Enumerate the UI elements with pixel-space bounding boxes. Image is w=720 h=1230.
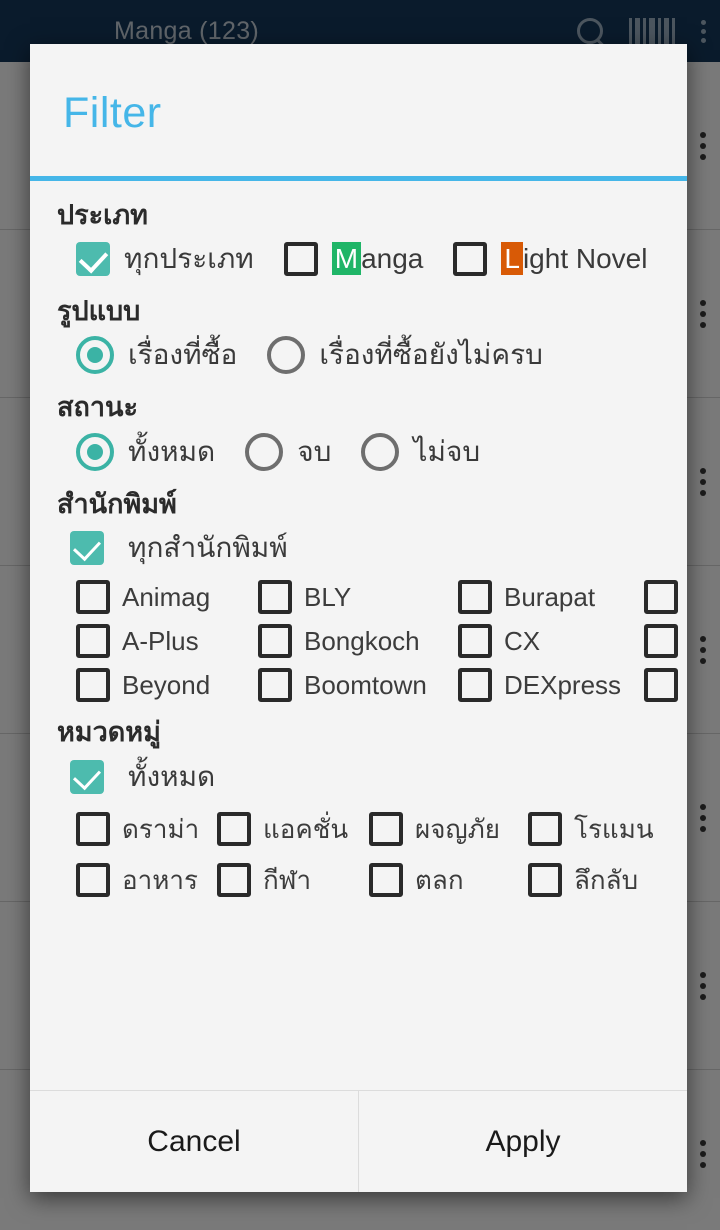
category-cell-comedy[interactable]: ตลก [369, 860, 528, 901]
category-grid: ดราม่า แอคชั่น ผจญภัย โรแมน อาหาร กีฬา ต… [30, 809, 687, 901]
checkbox-beyond[interactable] [76, 668, 110, 703]
light-novel-badge: L [501, 242, 523, 276]
label-bly: BLY [304, 581, 352, 612]
radio-status-unfinished[interactable] [361, 432, 400, 471]
publisher-cell-clipped-2[interactable] [644, 624, 687, 659]
label-mystery: ลึกลับ [574, 864, 639, 895]
publisher-cell-a-plus[interactable]: A-Plus [76, 624, 258, 659]
checkbox-all-types[interactable] [76, 242, 110, 277]
label-manga: Manga [331, 242, 424, 276]
category-cell-drama[interactable]: ดราม่า [76, 809, 217, 850]
label-action: แอคชั่น [263, 813, 349, 844]
checkbox-all-publishers[interactable] [70, 531, 104, 566]
label-boomtown: Boomtown [304, 669, 427, 700]
label-adventure: ผจญภัย [415, 813, 500, 844]
radio-purchased[interactable] [76, 336, 114, 375]
label-animag: Animag [122, 581, 211, 612]
label-a-plus: A-Plus [122, 625, 199, 656]
checkbox-food[interactable] [76, 863, 110, 898]
label-romance: โรแมน [574, 813, 654, 844]
checkbox-manga[interactable] [283, 242, 318, 277]
manga-label-rest: anga [361, 243, 424, 275]
label-burapat: Burapat [504, 581, 596, 612]
publisher-cell-boomtown[interactable]: Boomtown [258, 668, 458, 703]
section-title-category: หมวดหมู่ [57, 717, 161, 748]
label-beyond: Beyond [122, 669, 211, 700]
filter-dialog: Filter ประเภท ทุกประเภท Manga Light Nove… [30, 44, 687, 1192]
publisher-cell-animag[interactable]: Animag [76, 580, 258, 615]
checkbox-mystery[interactable] [528, 863, 562, 898]
publisher-cell-bly[interactable]: BLY [258, 580, 458, 615]
category-cell-adventure[interactable]: ผจญภัย [369, 809, 528, 850]
dialog-title: Filter [63, 89, 162, 137]
publisher-cell-bongkoch[interactable]: Bongkoch [258, 624, 458, 659]
checkbox-light-novel[interactable] [453, 242, 488, 277]
label-bongkoch: Bongkoch [304, 625, 420, 656]
section-title-format: รูปแบบ [57, 296, 141, 327]
checkbox-drama[interactable] [76, 812, 110, 847]
publisher-cell-clipped-1[interactable] [644, 580, 687, 615]
category-cell-food[interactable]: อาหาร [76, 860, 217, 901]
radio-status-all[interactable] [76, 432, 114, 471]
publisher-all-row: ทุกสำนักพิมพ์ [30, 526, 687, 570]
cancel-button[interactable]: Cancel [30, 1091, 358, 1192]
format-options-row: เรื่องที่ซื้อ เรื่องที่ซื้อยังไม่ครบ [30, 333, 687, 377]
label-sport: กีฬา [263, 864, 312, 895]
label-status-all: ทั้งหมด [128, 435, 216, 467]
category-cell-sport[interactable]: กีฬา [217, 860, 369, 901]
checkbox-comedy[interactable] [369, 863, 403, 898]
manga-badge: M [331, 242, 362, 276]
section-title-publisher: สำนักพิมพ์ [57, 488, 177, 519]
category-cell-mystery[interactable]: ลึกลับ [528, 860, 687, 901]
section-title-status: สถานะ [57, 392, 138, 423]
label-food: อาหาร [122, 864, 198, 895]
label-drama: ดราม่า [122, 813, 200, 844]
checkbox-clipped-2[interactable] [644, 624, 678, 659]
category-cell-romance[interactable]: โรแมน [528, 809, 687, 850]
checkbox-clipped-3[interactable] [644, 668, 678, 703]
radio-incomplete-purchase[interactable] [267, 336, 306, 375]
label-dexpress: DEXpress [504, 669, 622, 700]
checkbox-boomtown[interactable] [258, 668, 292, 703]
checkbox-romance[interactable] [528, 812, 562, 847]
apply-button[interactable]: Apply [359, 1091, 687, 1192]
checkbox-a-plus[interactable] [76, 624, 110, 659]
label-status-finished: จบ [297, 435, 332, 467]
light-novel-label-rest: ight Novel [522, 243, 648, 275]
publisher-cell-beyond[interactable]: Beyond [76, 668, 258, 703]
checkbox-bly[interactable] [258, 580, 292, 615]
label-light-novel: Light Novel [501, 242, 648, 276]
label-all-publishers: ทุกสำนักพิมพ์ [128, 532, 288, 564]
checkbox-adventure[interactable] [369, 812, 403, 847]
label-all-types: ทุกประเภท [124, 243, 254, 275]
publisher-cell-dexpress[interactable]: DEXpress [458, 668, 644, 703]
checkbox-cx[interactable] [458, 624, 492, 659]
checkbox-dexpress[interactable] [458, 668, 492, 703]
publisher-grid: Animag BLY Burapat A-Plus Bongkoch CX Be… [30, 580, 687, 703]
checkbox-action[interactable] [217, 812, 251, 847]
publisher-cell-burapat[interactable]: Burapat [458, 580, 644, 615]
label-all-categories: ทั้งหมด [128, 760, 216, 792]
label-status-unfinished: ไม่จบ [413, 435, 481, 467]
checkbox-sport[interactable] [217, 863, 251, 898]
label-comedy: ตลก [415, 864, 464, 895]
label-purchased: เรื่องที่ซื้อ [128, 339, 238, 371]
status-options-row: ทั้งหมด จบ ไม่จบ [30, 430, 687, 474]
category-all-row: ทั้งหมด [30, 755, 687, 799]
label-incomplete-purchase: เรื่องที่ซื้อยังไม่ครบ [319, 339, 543, 371]
checkbox-bongkoch[interactable] [258, 624, 292, 659]
dialog-footer: Cancel Apply [30, 1090, 687, 1192]
checkbox-burapat[interactable] [458, 580, 492, 615]
radio-status-finished[interactable] [245, 432, 284, 471]
publisher-cell-cx[interactable]: CX [458, 624, 644, 659]
checkbox-all-categories[interactable] [70, 759, 104, 794]
label-cx: CX [504, 625, 541, 656]
type-options-row: ทุกประเภท Manga Light Novel [30, 237, 687, 281]
category-cell-action[interactable]: แอคชั่น [217, 809, 369, 850]
section-title-type: ประเภท [57, 199, 148, 230]
checkbox-clipped-1[interactable] [644, 580, 678, 615]
dialog-scroll-body[interactable]: ประเภท ทุกประเภท Manga Light Novel รูปแบ… [30, 181, 687, 1090]
publisher-cell-clipped-3[interactable] [644, 668, 687, 703]
checkbox-animag[interactable] [76, 580, 110, 615]
